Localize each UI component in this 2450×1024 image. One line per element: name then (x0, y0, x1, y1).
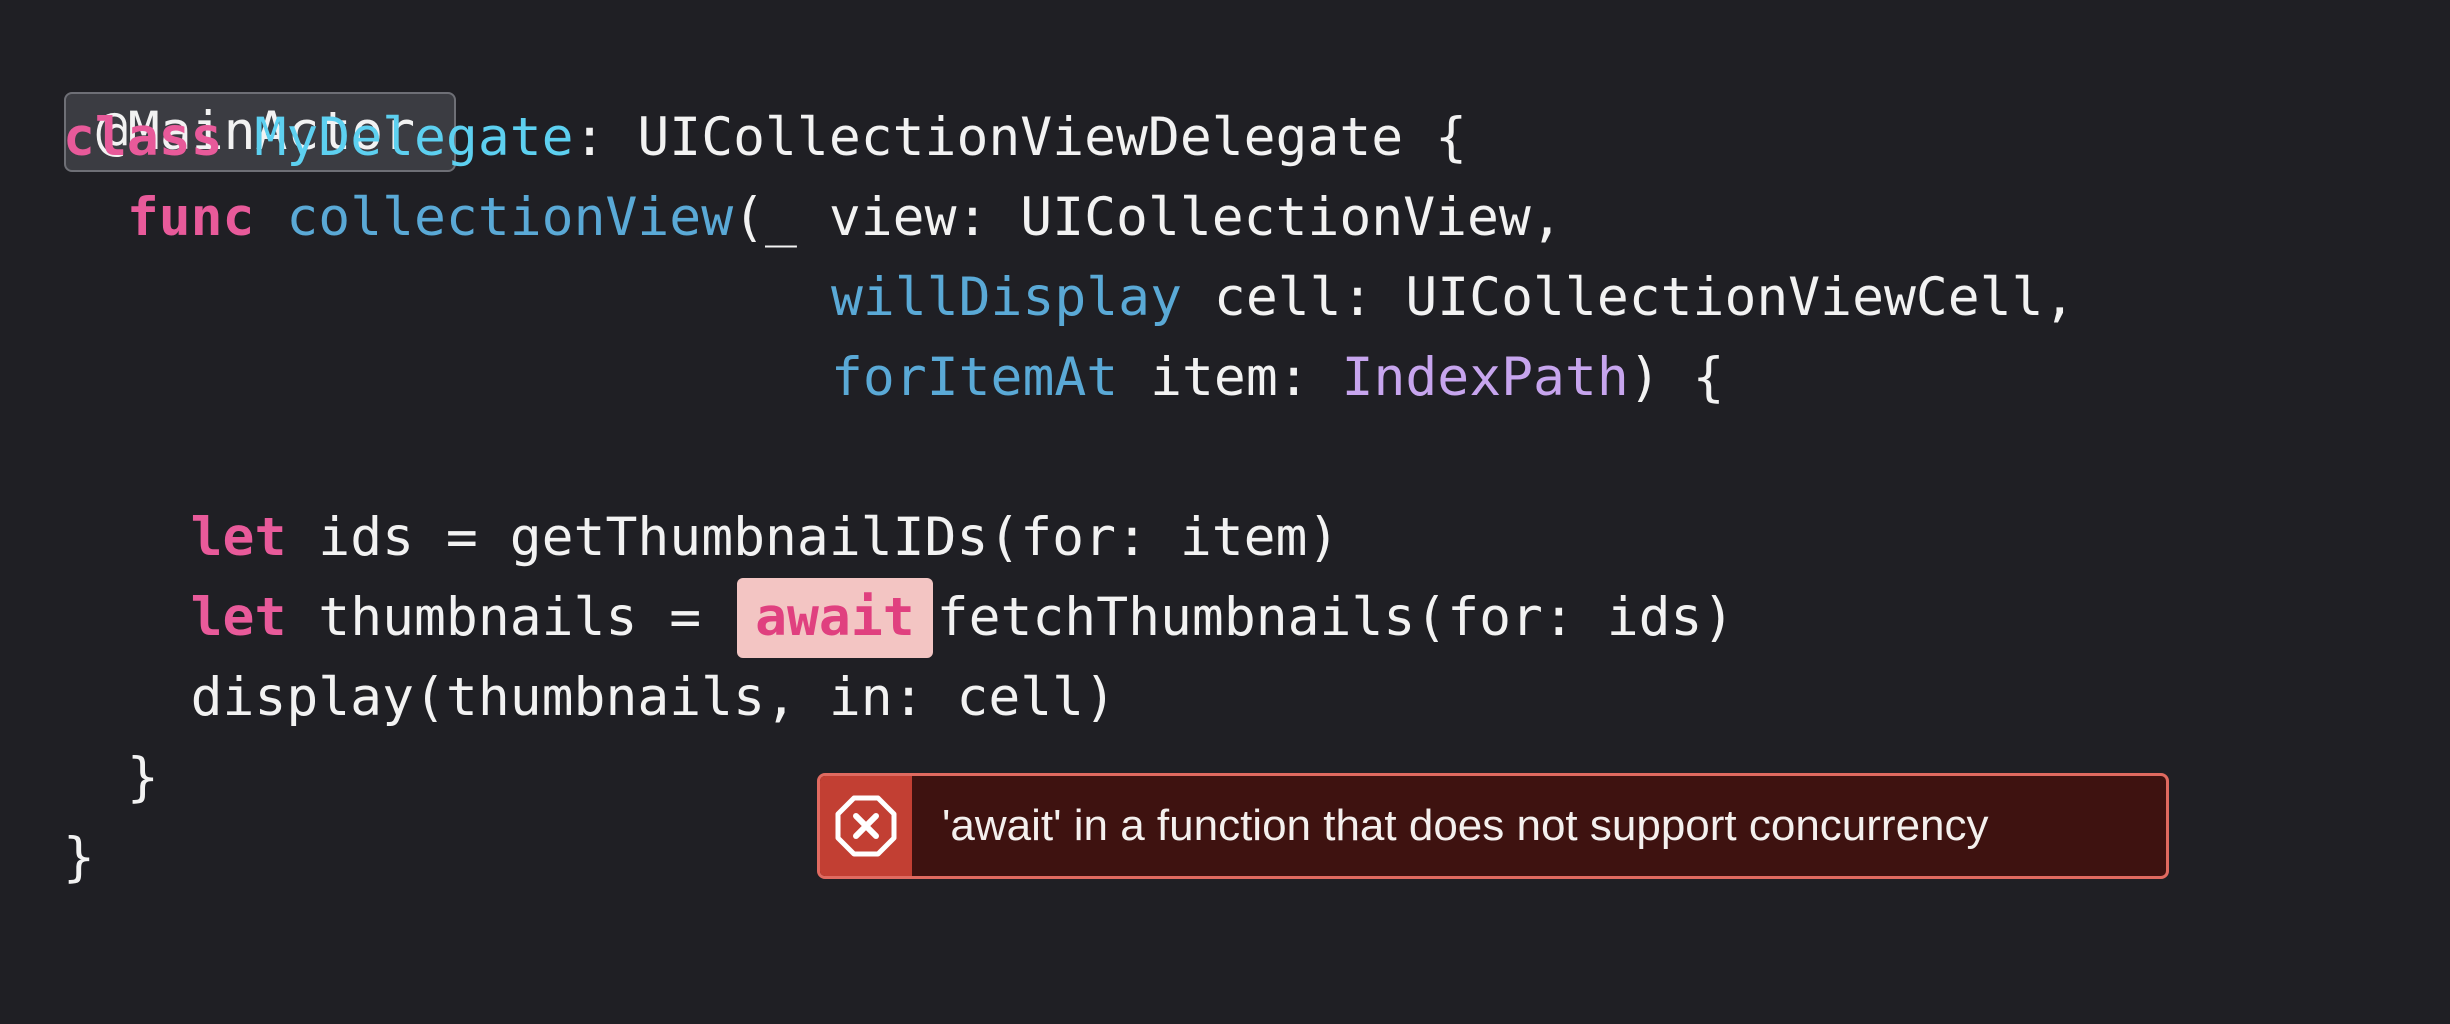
compiler-error-banner[interactable]: 'await' in a function that does not supp… (817, 773, 2169, 879)
code-line-let-thumbnails: let thumbnails = await fetchThumbnails(fo… (63, 578, 1734, 658)
display-call: display(thumbnails, in: cell) (190, 667, 1116, 728)
code-line-class-closing-brace: } (63, 818, 95, 898)
class-name: MyDelegate (254, 107, 574, 168)
code-line-let-ids: let ids = getThumbnailIDs(for: item) (63, 498, 1340, 578)
fetch-thumbnails-call: fetchThumbnails(for: ids) (936, 587, 1735, 648)
error-message: 'await' in a function that does not supp… (942, 801, 1989, 850)
code-line-will-display-parameter: willDisplay cell: UICollectionViewCell, (831, 258, 2075, 338)
await-keyword-highlight[interactable]: await (737, 578, 933, 658)
index-path-type: IndexPath (1341, 347, 1629, 408)
class-closing-brace: } (63, 827, 95, 888)
for-item-at-label: forItemAt (831, 347, 1119, 408)
item-parameter-name: item: (1118, 347, 1342, 408)
class-conformance: : UICollectionViewDelegate { (573, 107, 1468, 168)
code-line-class-declaration: class MyDelegate: UICollectionViewDelega… (63, 98, 1467, 178)
will-display-label: willDisplay (831, 267, 1182, 328)
x-octagon-icon (835, 795, 897, 857)
code-line-for-item-at-parameter: forItemAt item: IndexPath) { (831, 338, 1724, 418)
let-keyword: let (190, 507, 287, 568)
thumbnails-assignment-prefix: thumbnails = (286, 587, 734, 648)
let-keyword: let (190, 587, 287, 648)
code-editor: @MainActor class MyDelegate: UICollectio… (0, 0, 2450, 1024)
func-keyword: func (126, 187, 255, 248)
function-name: collectionView (286, 187, 734, 248)
class-keyword: class (63, 107, 223, 168)
code-line-display-call: display(thumbnails, in: cell) (63, 658, 1116, 738)
function-first-parameter: (_ view: UICollectionView, (733, 187, 1563, 248)
signature-close: ) { (1628, 347, 1725, 408)
code-line-func-closing-brace: } (63, 738, 159, 818)
func-closing-brace: } (126, 747, 159, 808)
ids-assignment: ids = getThumbnailIDs(for: item) (286, 507, 1340, 568)
cell-parameter: cell: UICollectionViewCell, (1182, 267, 2076, 328)
code-line-func-declaration: func collectionView(_ view: UICollection… (63, 178, 1563, 258)
error-icon-container (820, 776, 912, 876)
